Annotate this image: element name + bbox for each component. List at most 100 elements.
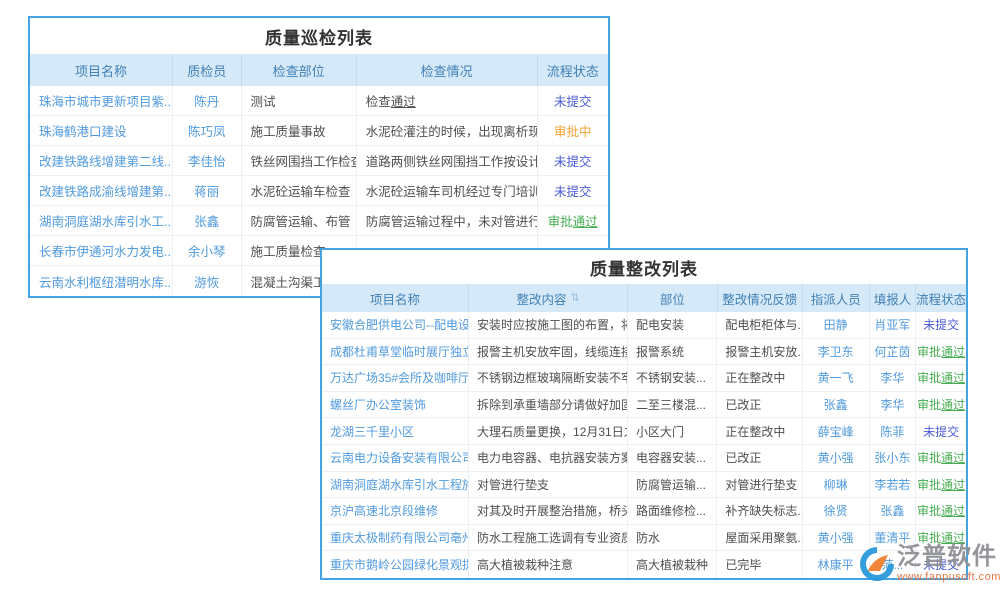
reporter-name[interactable]: 肖亚军 — [869, 312, 916, 339]
rectify-part: 路面维修检... — [627, 498, 716, 525]
table-row: 改建铁路线增建第二线...李佳怡铁丝网围挡工作检查道路两侧铁丝网围挡工作按设计.… — [30, 146, 608, 176]
reporter-name[interactable]: 李华 — [869, 365, 916, 392]
project-name-link[interactable]: 龙湖三千里小区 — [322, 418, 468, 445]
inspection-part: 施工质量事故 — [241, 116, 356, 146]
project-name-link[interactable]: 重庆太极制药有限公司亳州中... — [322, 525, 468, 552]
assignee-name[interactable]: 黄小强 — [802, 445, 869, 472]
column-header-part: 检查部位 — [241, 54, 356, 86]
sort-icon[interactable]: ⇅ — [570, 293, 579, 304]
rectify-part: 小区大门 — [627, 418, 716, 445]
project-name-link[interactable]: 云南电力设备安装有限公司20... — [322, 445, 468, 472]
project-name-link[interactable]: 安徽合肥供电公司--配电设备... — [322, 312, 468, 339]
assignee-name[interactable]: 田静 — [802, 312, 869, 339]
project-name-link[interactable]: 螺丝厂办公室装饰 — [322, 392, 468, 419]
inspector-name[interactable]: 蒋丽 — [172, 176, 241, 206]
rectification-table-title: 质量整改列表 — [322, 250, 966, 284]
workflow-status[interactable]: 审批通过 — [915, 445, 966, 472]
fanpu-url: www.fanpusoft.com — [897, 571, 1000, 583]
assignee-name[interactable]: 柳琳 — [802, 472, 869, 499]
rectify-feedback: 屋面采用聚氨... — [716, 525, 801, 552]
reporter-name[interactable]: 李华 — [869, 392, 916, 419]
table-row: 湖南洞庭湖水库引水工...张鑫防腐管运输、布管防腐管运输过程中，未对管进行...… — [30, 206, 608, 236]
column-header-feedback: 整改情况反馈 — [717, 284, 802, 312]
table-row: 安徽合肥供电公司--配电设备...安装时应按施工图的布置，将...配电安装配电柜… — [322, 312, 966, 339]
quality-rectification-table: 质量整改列表 项目名称整改内容⇅部位整改情况反馈指派人员填报人流程状态 安徽合肥… — [320, 248, 968, 580]
rectify-part: 防水 — [627, 525, 716, 552]
fanpu-logo-icon — [858, 545, 896, 583]
workflow-status[interactable]: 审批通过 — [537, 206, 608, 236]
project-name-link[interactable]: 改建铁路线增建第二线... — [30, 146, 172, 176]
inspection-part: 水泥砼运输车检查 — [241, 176, 356, 206]
project-name-link[interactable]: 云南水利枢纽潜明水库... — [30, 266, 172, 296]
workflow-status[interactable]: 未提交 — [537, 86, 608, 116]
reporter-name[interactable]: 张鑫 — [869, 498, 916, 525]
table-row: 珠海市城市更新项目紫...陈丹测试检查通过未提交 — [30, 86, 608, 116]
column-header-assignee: 指派人员 — [802, 284, 869, 312]
column-header-content[interactable]: 整改内容⇅ — [468, 284, 627, 312]
workflow-status[interactable]: 审批通过 — [915, 498, 966, 525]
rectify-content: 大理石质量更换，12月31日之... — [468, 418, 627, 445]
project-name-link[interactable]: 长春市伊通河水力发电... — [30, 236, 172, 266]
rectify-part: 防腐管运输... — [627, 472, 716, 499]
workflow-status[interactable]: 未提交 — [537, 146, 608, 176]
inspector-name[interactable]: 李佳怡 — [172, 146, 241, 176]
screen: { "colors": { "table_border": "#45a3e1",… — [0, 0, 1000, 600]
column-header-project: 项目名称 — [30, 54, 172, 86]
rectify-feedback: 对管进行垫支 — [716, 472, 801, 499]
workflow-status[interactable]: 未提交 — [915, 312, 966, 339]
rectify-feedback: 已改正 — [716, 445, 801, 472]
project-name-link[interactable]: 改建铁路成渝线增建第... — [30, 176, 172, 206]
fanpu-brand-name: 泛普软件 — [897, 545, 1000, 569]
inspection-part: 铁丝网围挡工作检查 — [241, 146, 356, 176]
project-name-link[interactable]: 京沪高速北京段维修 — [322, 498, 468, 525]
rectify-content: 高大植被栽种注意 — [468, 551, 627, 578]
workflow-status[interactable]: 审批通过 — [915, 339, 966, 366]
project-name-link[interactable]: 珠海市城市更新项目紫... — [30, 86, 172, 116]
reporter-name[interactable]: 陈菲 — [869, 418, 916, 445]
assignee-name[interactable]: 薛宝峰 — [802, 418, 869, 445]
table-row: 成都杜甫草堂临时展厅独立展...报警主机安放牢固，线缆连接...报警系统报警主机… — [322, 339, 966, 366]
inspection-situation: 检查通过 — [356, 86, 537, 116]
inspector-name[interactable]: 游恢 — [172, 266, 241, 296]
rectify-part: 配电安装 — [627, 312, 716, 339]
assignee-name[interactable]: 张鑫 — [802, 392, 869, 419]
assignee-name[interactable]: 黄一飞 — [802, 365, 869, 392]
workflow-status[interactable]: 审批通过 — [915, 365, 966, 392]
inspector-name[interactable]: 陈巧凤 — [172, 116, 241, 146]
rectify-feedback: 正在整改中 — [716, 418, 801, 445]
assignee-name[interactable]: 徐贤 — [802, 498, 869, 525]
table-row: 龙湖三千里小区大理石质量更换，12月31日之...小区大门正在整改中薛宝峰陈菲未… — [322, 418, 966, 445]
rectify-part: 电容器安装... — [627, 445, 716, 472]
inspector-name[interactable]: 余小琴 — [172, 236, 241, 266]
project-name-link[interactable]: 成都杜甫草堂临时展厅独立展... — [322, 339, 468, 366]
project-name-link[interactable]: 湖南洞庭湖水库引水工... — [30, 206, 172, 236]
project-name-link[interactable]: 湖南洞庭湖水库引水工程施工标 — [322, 472, 468, 499]
workflow-status[interactable]: 审批通过 — [915, 472, 966, 499]
fanpu-watermark: 泛普软件 www.fanpusoft.com — [858, 545, 1000, 583]
table-row: 万达广场35#会所及咖啡厅空...不锈钢边框玻璃隔断安装不牢...不锈钢安装..… — [322, 365, 966, 392]
reporter-name[interactable]: 何芷茵 — [869, 339, 916, 366]
inspection-situation: 水泥砼灌注的时候，出现离析现象 — [356, 116, 537, 146]
rectify-part: 报警系统 — [627, 339, 716, 366]
workflow-status[interactable]: 审批通过 — [915, 392, 966, 419]
rectification-table-header: 项目名称整改内容⇅部位整改情况反馈指派人员填报人流程状态 — [322, 284, 966, 312]
project-name-link[interactable]: 珠海鹤港口建设 — [30, 116, 172, 146]
inspector-name[interactable]: 张鑫 — [172, 206, 241, 236]
rectify-content: 对其及时开展整治措施，桥头... — [468, 498, 627, 525]
column-header-part: 部位 — [627, 284, 716, 312]
inspection-table-header: 项目名称质检员检查部位检查情况流程状态 — [30, 54, 608, 86]
workflow-status[interactable]: 未提交 — [915, 418, 966, 445]
rectification-table-body: 安徽合肥供电公司--配电设备...安装时应按施工图的布置，将...配电安装配电柜… — [322, 312, 966, 578]
rectify-content: 防水工程施工选调有专业资质... — [468, 525, 627, 552]
table-row: 螺丝厂办公室装饰拆除到承重墙部分请做好加固...二至三楼混...已改正张鑫李华审… — [322, 392, 966, 419]
workflow-status[interactable]: 未提交 — [537, 176, 608, 206]
rectify-part: 二至三楼混... — [627, 392, 716, 419]
workflow-status[interactable]: 审批中 — [537, 116, 608, 146]
project-name-link[interactable]: 重庆市鹅岭公园绿化景观提升... — [322, 551, 468, 578]
inspector-name[interactable]: 陈丹 — [172, 86, 241, 116]
assignee-name[interactable]: 李卫东 — [802, 339, 869, 366]
project-name-link[interactable]: 万达广场35#会所及咖啡厅空... — [322, 365, 468, 392]
reporter-name[interactable]: 张小东 — [869, 445, 916, 472]
reporter-name[interactable]: 李若若 — [869, 472, 916, 499]
rectify-part: 不锈钢安装... — [627, 365, 716, 392]
